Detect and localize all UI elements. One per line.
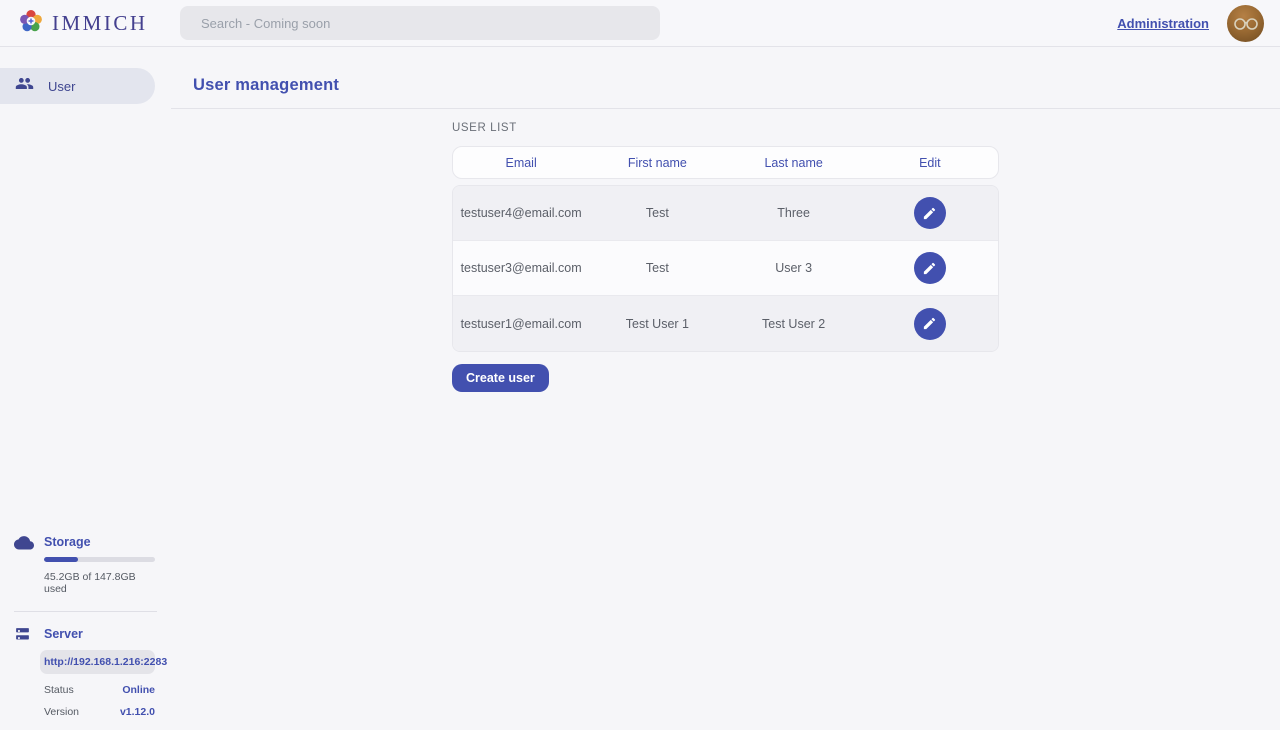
storage-progress-fill <box>44 557 78 562</box>
user-table-body: testuser4@email.comTestThreetestuser3@em… <box>452 185 999 352</box>
brand-name: IMMICH <box>52 11 148 36</box>
edit-user-button[interactable] <box>914 197 946 229</box>
status-value: Online <box>122 684 155 696</box>
content-area: USER LIST Email First name Last name Edi… <box>171 109 1280 392</box>
page-title: User management <box>193 76 1280 95</box>
user-first-name: Test <box>589 206 725 220</box>
brand[interactable]: IMMICH <box>0 9 180 38</box>
version-label: Version <box>44 706 79 718</box>
search-bar <box>180 6 660 40</box>
main-header: User management <box>171 47 1280 109</box>
immich-admin-screen: IMMICH Administration User <box>0 0 1280 730</box>
column-header-email: Email <box>453 156 589 170</box>
user-last-name: Three <box>726 206 862 220</box>
sidebar: User Storage 45.2GB of 147.8GB used <box>0 47 171 730</box>
sidebar-item-user[interactable]: User <box>0 68 155 104</box>
user-first-name: Test <box>589 261 725 275</box>
server-title: Server <box>44 627 155 641</box>
server-url-badge[interactable]: http://192.168.1.216:2283 <box>40 650 155 674</box>
server-section: Server <box>0 627 171 641</box>
immich-logo-icon <box>19 9 43 38</box>
server-version-row: Version v1.12.0 <box>0 706 171 718</box>
user-last-name: Test User 2 <box>726 317 862 331</box>
pencil-icon <box>922 316 937 331</box>
sidebar-footer-divider <box>14 611 157 612</box>
edit-user-button[interactable] <box>914 308 946 340</box>
create-user-button[interactable]: Create user <box>452 364 549 392</box>
server-status-row: Status Online <box>0 684 171 696</box>
sidebar-item-label: User <box>48 79 75 94</box>
pencil-icon <box>922 206 937 221</box>
user-list-label: USER LIST <box>452 122 1280 134</box>
administration-link[interactable]: Administration <box>1117 16 1209 31</box>
storage-section: Storage 45.2GB of 147.8GB used <box>0 535 171 595</box>
glasses-icon <box>1231 17 1261 31</box>
storage-progress-bar <box>44 557 155 562</box>
table-row: testuser3@email.comTestUser 3 <box>453 241 998 296</box>
main-panel: User management USER LIST Email First na… <box>171 47 1280 730</box>
user-email: testuser3@email.com <box>453 261 589 275</box>
cloud-icon <box>14 534 34 555</box>
status-label: Status <box>44 684 74 696</box>
table-row: testuser1@email.comTest User 1Test User … <box>453 296 998 351</box>
user-avatar[interactable] <box>1227 5 1264 42</box>
version-value: v1.12.0 <box>120 706 155 718</box>
table-row: testuser4@email.comTestThree <box>453 186 998 241</box>
users-group-icon <box>15 74 34 98</box>
user-email: testuser4@email.com <box>453 206 589 220</box>
sidebar-footer: Storage 45.2GB of 147.8GB used Server <box>0 535 171 718</box>
search-input[interactable] <box>180 6 660 40</box>
edit-user-button[interactable] <box>914 252 946 284</box>
storage-title: Storage <box>44 535 155 549</box>
user-email: testuser1@email.com <box>453 317 589 331</box>
column-header-first-name: First name <box>589 156 725 170</box>
top-bar: IMMICH Administration <box>0 0 1280 47</box>
user-table-header: Email First name Last name Edit <box>452 146 999 179</box>
user-table: Email First name Last name Edit testuser… <box>452 146 999 352</box>
storage-usage-text: 45.2GB of 147.8GB used <box>44 571 155 595</box>
user-first-name: Test User 1 <box>589 317 725 331</box>
server-icon <box>14 626 31 648</box>
user-last-name: User 3 <box>726 261 862 275</box>
pencil-icon <box>922 261 937 276</box>
column-header-edit: Edit <box>862 156 998 170</box>
column-header-last-name: Last name <box>726 156 862 170</box>
